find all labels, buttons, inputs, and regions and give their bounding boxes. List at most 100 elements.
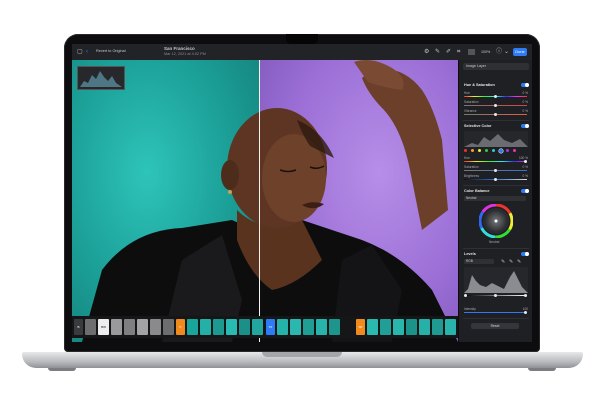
black-point-knob[interactable] xyxy=(464,294,467,297)
filter-thumb[interactable] xyxy=(290,319,301,335)
filter-thumb[interactable] xyxy=(419,319,430,335)
toolbar: ▢ ‹ Revert to Original San Francisco Mar… xyxy=(72,44,532,61)
sc-saturation-slider-knob[interactable] xyxy=(494,169,497,172)
sc-hue-slider-knob[interactable] xyxy=(524,160,527,163)
filter-thumb[interactable] xyxy=(252,319,263,335)
filter-thumb[interactable] xyxy=(316,319,327,335)
blue-swatch[interactable] xyxy=(499,148,503,153)
filter-thumb[interactable] xyxy=(277,319,288,335)
orange-swatch[interactable] xyxy=(471,149,474,152)
vibrance-label: Vibrance xyxy=(464,109,477,113)
photo-canvas[interactable]: B BW P ST SP xyxy=(72,60,458,342)
revert-button[interactable]: Revert to Original xyxy=(96,49,126,53)
saturation-value: 0 % xyxy=(522,100,529,104)
app-window: ▢ ‹ Revert to Original San Francisco Mar… xyxy=(72,44,532,342)
filter-thumb[interactable] xyxy=(445,319,456,335)
layer-select[interactable]: Image Layer xyxy=(463,63,529,70)
filter-thumb[interactable] xyxy=(200,319,211,335)
layers-icon[interactable] xyxy=(468,49,475,55)
eyedropper-white-icon[interactable]: ✎ xyxy=(517,259,521,265)
filter-thumb[interactable] xyxy=(137,319,148,335)
hue-saturation-toggle[interactable] xyxy=(521,83,529,87)
sc-hue-slider[interactable] xyxy=(464,160,527,163)
vibrance-slider[interactable] xyxy=(464,113,527,116)
sc-saturation-slider[interactable] xyxy=(464,169,527,172)
filter-thumb[interactable] xyxy=(303,319,314,335)
vibrance-slider-knob[interactable] xyxy=(494,113,497,116)
filter-thumb[interactable] xyxy=(329,319,340,335)
intensity-slider-knob[interactable] xyxy=(524,311,527,314)
intensity-label: Intensity xyxy=(464,307,476,311)
filter-thumb[interactable] xyxy=(213,319,224,335)
red-swatch[interactable] xyxy=(464,149,467,152)
intensity-slider[interactable] xyxy=(464,311,527,314)
before-after-divider[interactable] xyxy=(259,60,260,342)
filter-group-bw[interactable]: BW xyxy=(98,319,109,335)
sc-saturation-value: 0 % xyxy=(522,165,529,169)
filter-thumb[interactable] xyxy=(187,319,198,335)
histogram-overlay xyxy=(77,66,125,90)
filter-thumb[interactable] xyxy=(342,319,353,335)
back-icon[interactable]: ‹ xyxy=(86,49,88,55)
filter-thumb[interactable] xyxy=(239,319,250,335)
selective-color-toggle[interactable] xyxy=(521,124,529,128)
brush-icon[interactable]: ✐ xyxy=(446,49,451,55)
levels-channel-select[interactable]: RGB xyxy=(464,259,494,264)
filter-group-b[interactable]: B xyxy=(74,319,83,335)
pen-icon[interactable]: ✎ xyxy=(435,49,440,55)
filter-thumb[interactable] xyxy=(163,319,174,335)
yellow-swatch[interactable] xyxy=(478,149,481,152)
laptop-foot-right xyxy=(528,368,556,371)
filter-thumb[interactable] xyxy=(85,319,96,335)
filter-group-p[interactable]: P xyxy=(176,319,185,335)
eyedropper-black-icon[interactable]: ✎ xyxy=(501,259,505,265)
filter-thumb[interactable] xyxy=(393,319,404,335)
filter-thumb[interactable] xyxy=(380,319,391,335)
sc-brightness-slider-knob[interactable] xyxy=(494,178,497,181)
adjust-icon[interactable]: ⚙ xyxy=(424,49,429,55)
white-point-knob[interactable] xyxy=(524,294,527,297)
color-swatch-row xyxy=(464,148,528,153)
cyan-swatch[interactable] xyxy=(492,149,495,152)
filter-thumb[interactable] xyxy=(226,319,237,335)
filter-group-st[interactable]: ST xyxy=(266,319,275,335)
filter-thumb[interactable] xyxy=(124,319,135,335)
color-wheel[interactable] xyxy=(479,204,513,238)
zoom-level[interactable]: 100% xyxy=(481,50,490,54)
filter-thumb[interactable] xyxy=(432,319,443,335)
hue-slider[interactable] xyxy=(464,95,527,98)
camera-notch xyxy=(286,34,318,44)
more-icon[interactable]: ⌄ xyxy=(504,49,509,55)
eyedropper-gray-icon[interactable]: ✎ xyxy=(509,259,513,265)
sidebar-toggle-icon[interactable]: ▢ xyxy=(77,49,83,55)
filter-thumb[interactable] xyxy=(111,319,122,335)
sc-hue-label: Hue xyxy=(464,156,470,160)
filter-filmstrip: B BW P ST SP xyxy=(72,316,458,338)
crop-icon[interactable]: ⌗ xyxy=(457,49,460,55)
levels-title: Levels xyxy=(464,252,476,256)
purple-swatch[interactable] xyxy=(506,149,509,152)
reset-button[interactable]: Reset xyxy=(471,323,519,329)
filter-thumb[interactable] xyxy=(406,319,417,335)
sc-saturation-label: Saturation xyxy=(464,165,479,169)
levels-toggle[interactable] xyxy=(521,252,529,256)
color-balance-title: Color Balance xyxy=(464,189,490,193)
saturation-slider[interactable] xyxy=(464,104,527,107)
green-swatch[interactable] xyxy=(485,149,488,152)
levels-input-slider[interactable] xyxy=(464,294,527,297)
filter-group-sp[interactable]: SP xyxy=(356,319,365,335)
sc-brightness-slider[interactable] xyxy=(464,178,527,181)
levels-histogram xyxy=(464,267,528,293)
color-balance-mode-select[interactable]: Neutral xyxy=(464,196,526,201)
saturation-slider-knob[interactable] xyxy=(494,104,497,107)
hue-slider-knob[interactable] xyxy=(494,95,497,98)
selective-color-title: Selective Color xyxy=(464,124,492,128)
magenta-swatch[interactable] xyxy=(513,149,516,152)
filter-thumb[interactable] xyxy=(150,319,161,335)
filter-thumb[interactable] xyxy=(367,319,378,335)
hue-label: Hue xyxy=(464,91,470,95)
info-icon[interactable]: ⓘ xyxy=(496,49,502,55)
midtone-knob[interactable] xyxy=(494,294,497,297)
color-balance-toggle[interactable] xyxy=(521,189,529,193)
done-button[interactable]: Done xyxy=(513,48,527,56)
